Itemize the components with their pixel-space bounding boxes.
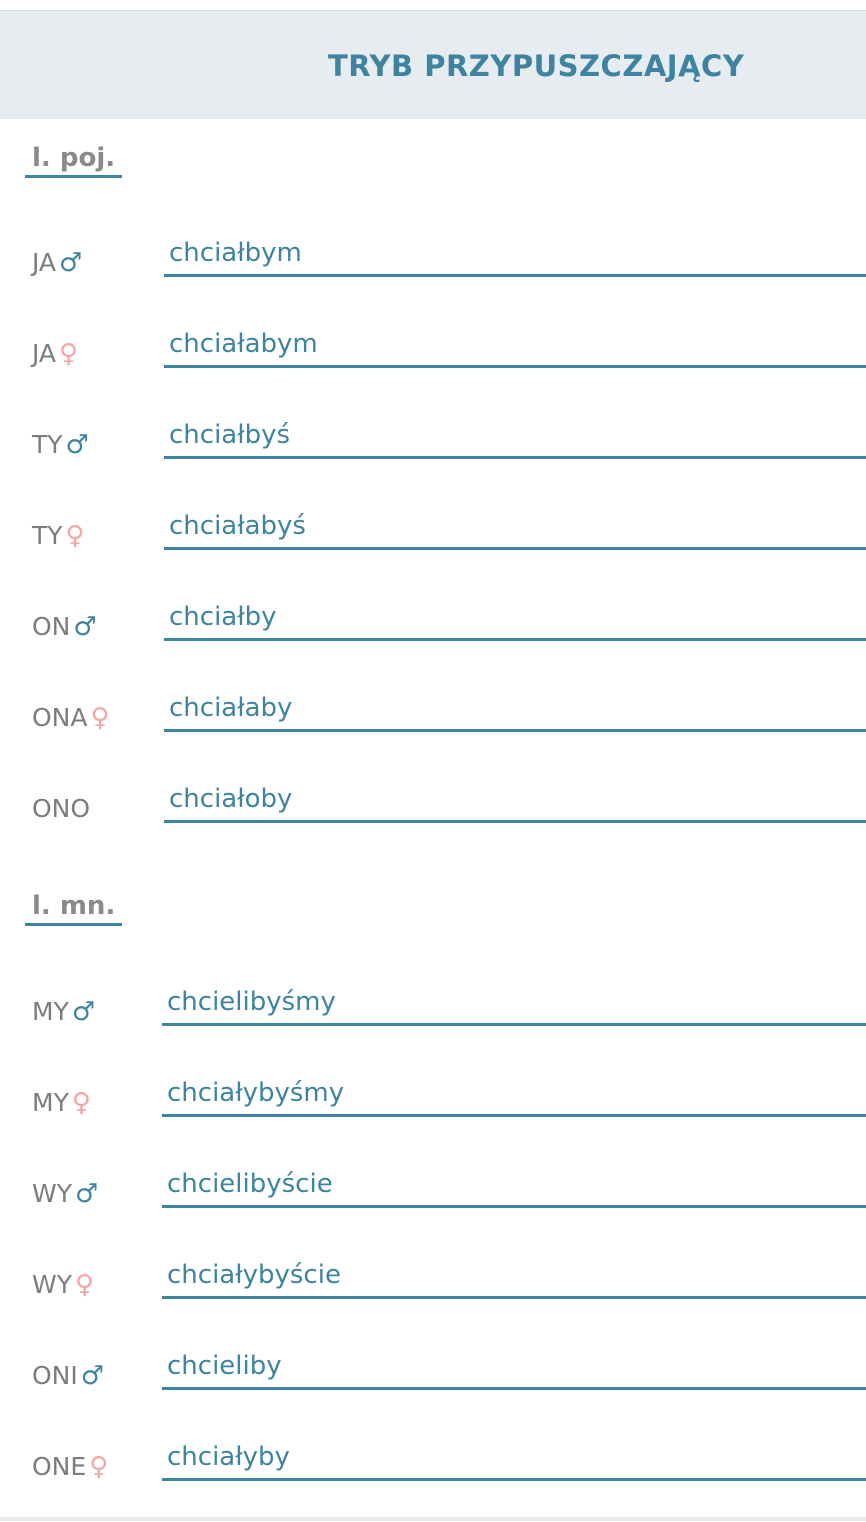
answer-text: chcieliby: [167, 1351, 282, 1381]
answer-text: chcielibyśmy: [167, 987, 336, 1017]
female-icon: ♀: [71, 1088, 91, 1118]
female-icon: ♀: [90, 703, 110, 733]
conjugation-row: ONO chciałoby: [0, 776, 866, 836]
section-label-plural: l. mn.: [25, 891, 123, 926]
answer-field[interactable]: chciałby: [164, 594, 866, 641]
panel-header: TRYB PRZYPUSZCZAJĄCY: [0, 10, 866, 119]
pronoun-text: TY: [32, 521, 63, 550]
pronoun-text: WY: [32, 1179, 72, 1208]
conjugation-row: ONE ♀ chciałyby: [0, 1434, 866, 1494]
pronoun-label: MY ♂: [32, 997, 95, 1027]
conjugation-row: TY ♀ chciałabyś: [0, 503, 866, 563]
male-icon: ♂: [71, 997, 96, 1027]
pronoun-text: JA: [32, 339, 57, 368]
pronoun-text: WY: [32, 1270, 72, 1299]
answer-text: chciałbym: [169, 238, 302, 268]
answer-text: chciałbyś: [169, 420, 291, 450]
pronoun-text: ON: [32, 612, 71, 641]
answer-field[interactable]: chcielibyśmy: [162, 979, 866, 1026]
male-icon: ♂: [80, 1361, 105, 1391]
answer-text: chciałyby: [167, 1442, 290, 1472]
pronoun-label: TY ♂: [32, 430, 89, 460]
male-icon: ♂: [75, 1179, 99, 1209]
pronoun-text: MY: [32, 1088, 69, 1117]
pronoun-label: WY ♂: [32, 1179, 98, 1209]
male-icon: ♂: [73, 612, 97, 642]
female-icon: ♀: [59, 339, 79, 369]
conjugation-row: WY ♂ chcielibyście: [0, 1161, 866, 1221]
pronoun-text: ONI: [32, 1361, 78, 1390]
section-label-singular: l. poj.: [25, 143, 123, 178]
answer-text: chciałybyście: [167, 1260, 341, 1290]
answer-field[interactable]: chciałabyś: [164, 503, 866, 550]
conjugation-row: JA ♀ chciałabym: [0, 321, 866, 381]
pronoun-label: WY ♀: [32, 1270, 94, 1300]
panel-title: TRYB PRZYPUSZCZAJĄCY: [328, 49, 745, 83]
conjugation-row: TY ♂ chciałbyś: [0, 412, 866, 472]
conjugation-row: ONI ♂ chcieliby: [0, 1343, 866, 1403]
male-icon: ♂: [65, 430, 89, 460]
female-icon: ♀: [75, 1270, 95, 1300]
pronoun-label: MY ♀: [32, 1088, 91, 1118]
answer-field[interactable]: chciałybyśmy: [162, 1070, 866, 1117]
female-icon: ♀: [89, 1452, 109, 1482]
answer-field[interactable]: chciałbym: [164, 230, 866, 277]
male-icon: ♂: [59, 248, 83, 278]
panel-bottom-border: [0, 1517, 866, 1521]
answer-text: chciałabyś: [169, 511, 306, 541]
pronoun-label: ON ♂: [32, 612, 97, 642]
answer-field[interactable]: chciałoby: [164, 776, 866, 823]
pronoun-text: ONE: [32, 1452, 87, 1481]
pronoun-label: ONO: [32, 794, 90, 823]
conjugation-row: WY ♀ chciałybyście: [0, 1252, 866, 1312]
conjugation-row: JA ♂ chciałbym: [0, 230, 866, 290]
pronoun-text: ONA: [32, 703, 88, 732]
answer-text: chciałby: [169, 602, 277, 632]
pronoun-label: TY ♀: [32, 521, 85, 551]
conjugation-row: MY ♀ chciałybyśmy: [0, 1070, 866, 1130]
answer-text: chcielibyście: [167, 1169, 333, 1199]
pronoun-label: JA ♀: [32, 339, 78, 369]
answer-field[interactable]: chciałbyś: [164, 412, 866, 459]
answer-text: chciałaby: [169, 693, 293, 723]
conjugation-row: MY ♂ chcielibyśmy: [0, 979, 866, 1039]
answer-field[interactable]: chciałybyście: [162, 1252, 866, 1299]
answer-field[interactable]: chcielibyście: [162, 1161, 866, 1208]
answer-text: chciałabym: [169, 329, 318, 359]
pronoun-text: ONO: [32, 794, 91, 823]
pronoun-label: ONI ♂: [32, 1361, 104, 1391]
pronoun-label: ONE ♀: [32, 1452, 108, 1482]
conjugation-panel: TRYB PRZYPUSZCZAJĄCY l. poj. JA ♂ chciałb…: [0, 0, 866, 1522]
conjugation-row: ON ♂ chciałby: [0, 594, 866, 654]
pronoun-label: ONA ♀: [32, 703, 110, 733]
pronoun-text: TY: [32, 430, 63, 459]
answer-field[interactable]: chciałyby: [162, 1434, 866, 1481]
pronoun-text: JA: [32, 248, 57, 277]
pronoun-text: MY: [32, 997, 69, 1026]
answer-field[interactable]: chciałabym: [164, 321, 866, 368]
answer-field[interactable]: chciałaby: [164, 685, 866, 732]
pronoun-label: JA ♂: [32, 248, 82, 278]
female-icon: ♀: [65, 521, 85, 551]
answer-field[interactable]: chcieliby: [162, 1343, 866, 1390]
answer-text: chciałoby: [169, 784, 293, 814]
conjugation-row: ONA ♀ chciałaby: [0, 685, 866, 745]
answer-text: chciałybyśmy: [167, 1078, 345, 1108]
